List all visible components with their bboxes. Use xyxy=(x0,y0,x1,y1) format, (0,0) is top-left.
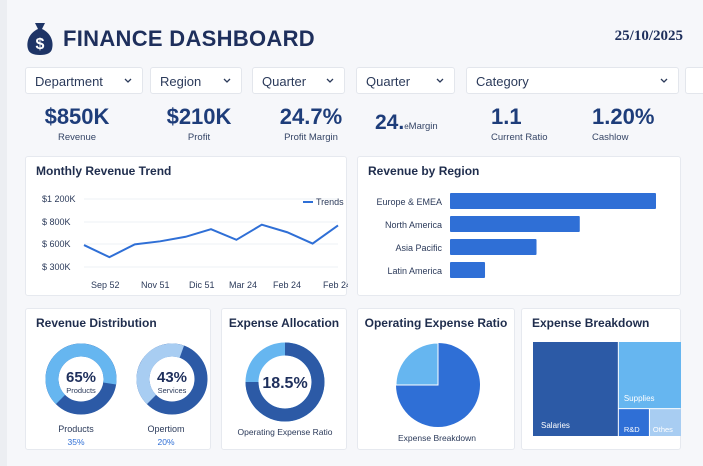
chevron-down-icon xyxy=(223,78,231,83)
chevron-down-icon xyxy=(436,78,444,83)
kpi-value: 1.20% xyxy=(592,104,655,129)
treemap-label: R&D xyxy=(624,425,640,434)
donut-label: Products xyxy=(66,386,96,395)
x-tick-label: Nov 51 xyxy=(141,280,170,290)
region-label: North America xyxy=(385,220,442,230)
filter-overflow[interactable] xyxy=(685,67,703,94)
kpi-profit: $210K Profit xyxy=(157,104,241,143)
chevron-down-icon xyxy=(660,78,668,83)
kpi-value: 24. xyxy=(375,111,405,134)
chart-caption: Operating Expense Ratio xyxy=(237,427,333,437)
donut-value: 43% xyxy=(157,369,187,386)
header: $ FINANCE DASHBOARD 25/10/2025 xyxy=(7,0,703,64)
page-title: FINANCE DASHBOARD xyxy=(63,26,315,51)
pie-slice xyxy=(395,342,439,386)
kpi-value: $850K xyxy=(44,104,110,129)
date-display: 25/10/2025 xyxy=(614,28,683,44)
donut-sub: 20% xyxy=(157,437,175,447)
filter-quarter-2[interactable]: Quarter xyxy=(356,67,455,94)
donut-label: Services xyxy=(158,386,187,395)
region-label: Asia Pacific xyxy=(395,243,442,253)
y-tick-label: $ 300K xyxy=(42,262,71,272)
line-chart[interactable]: $1 200K $ 800K $ 600K $ 300K Sep 52 Nov 51 Dic… xyxy=(26,157,348,297)
treemap-label: Othes xyxy=(653,425,673,434)
card-operating-expense-ratio: Operating Expense Ratio Expense Breakdow… xyxy=(357,308,515,450)
treemap-label: Salaries xyxy=(541,421,570,430)
filter-label: Quarter xyxy=(262,74,307,89)
region-bar xyxy=(450,262,486,278)
filter-label: Region xyxy=(160,74,202,89)
x-tick-label: Feb 24 xyxy=(323,280,348,290)
x-tick-label: Feb 24 xyxy=(273,280,301,290)
filter-quarter[interactable]: Quarter xyxy=(252,67,345,94)
pie-chart[interactable] xyxy=(358,309,516,451)
region-label: Latin America xyxy=(387,266,442,276)
chart-caption: Expense Breakdown xyxy=(398,433,476,443)
treemap-chart[interactable]: Salaries Supplies R&D Othes xyxy=(522,309,682,451)
kpi-value: $210K xyxy=(166,104,232,129)
region-bar xyxy=(450,216,580,232)
region-bar xyxy=(450,239,537,255)
card-revenue-trend: Monthly Revenue Trend $1 200K $ 800K $ 600… xyxy=(25,156,348,297)
kpi-label: Current Ratio xyxy=(491,132,548,143)
card-revenue-distribution: Revenue Distribution 65% Products 43% Servi… xyxy=(25,308,211,450)
region-label: Europe & EMEA xyxy=(376,197,442,207)
kpi-label: Profit Margin xyxy=(284,132,338,143)
chevron-down-icon xyxy=(124,78,132,83)
kpi-profit-margin: 24.7% Profit Margin xyxy=(265,104,357,143)
kpi-label: Margin xyxy=(408,121,438,132)
chevron-down-icon xyxy=(326,78,334,83)
filter-label: Category xyxy=(476,74,529,89)
y-tick-label: $1 200K xyxy=(42,194,76,204)
y-tick-label: $ 600K xyxy=(42,239,71,249)
region-bar xyxy=(450,193,656,209)
donut-value: 18.5% xyxy=(262,375,307,392)
kpi-margin: 24.eMargin xyxy=(375,110,465,136)
dashboard-page: $ FINANCE DASHBOARD 25/10/2025 Departmen… xyxy=(7,0,703,466)
card-revenue-region: Revenue by Region Europe & EMEA North Ame… xyxy=(357,156,681,296)
bar-chart[interactable]: Europe & EMEA North America Asia Pacific La… xyxy=(358,157,682,297)
filter-region[interactable]: Region xyxy=(150,67,242,94)
kpi-current-ratio: 1.1 Current Ratio xyxy=(491,104,553,143)
kpi-value: 24.7% xyxy=(279,104,343,129)
kpi-revenue: $850K Revenue xyxy=(37,104,117,143)
card-expense-allocation: Expense Allocation 18.5% Operating Expen… xyxy=(221,308,347,450)
kpi-label: Profit xyxy=(187,132,211,143)
kpi-cashflow: 1.20% Cashlow xyxy=(592,104,656,143)
treemap-label: Supplies xyxy=(624,394,655,403)
x-tick-label: Mar 24 xyxy=(229,280,257,290)
filter-label: Quarter xyxy=(366,74,411,89)
legend-label: Trends xyxy=(316,197,344,207)
card-expense-breakdown: Expense Breakdown Salaries Supplies R&D Oth… xyxy=(521,308,681,450)
donut-caption: Products xyxy=(58,424,94,434)
donut-value: 65% xyxy=(66,369,96,386)
kpi-label: Cashlow xyxy=(592,132,629,143)
filter-category[interactable]: Category xyxy=(466,67,679,94)
filter-department[interactable]: Department xyxy=(25,67,143,94)
x-tick-label: Sep 52 xyxy=(91,280,120,290)
x-tick-label: Dic 51 xyxy=(189,280,215,290)
donut-caption: Opertiom xyxy=(147,424,185,434)
kpi-label: Revenue xyxy=(57,132,97,143)
svg-text:$: $ xyxy=(36,36,45,53)
filter-label: Department xyxy=(35,74,103,89)
donut-sub: 35% xyxy=(67,437,85,447)
y-tick-label: $ 800K xyxy=(42,217,71,227)
trend-line xyxy=(83,223,339,259)
kpi-value: 1.1 xyxy=(491,104,522,129)
money-bag-icon: $ xyxy=(27,23,53,55)
